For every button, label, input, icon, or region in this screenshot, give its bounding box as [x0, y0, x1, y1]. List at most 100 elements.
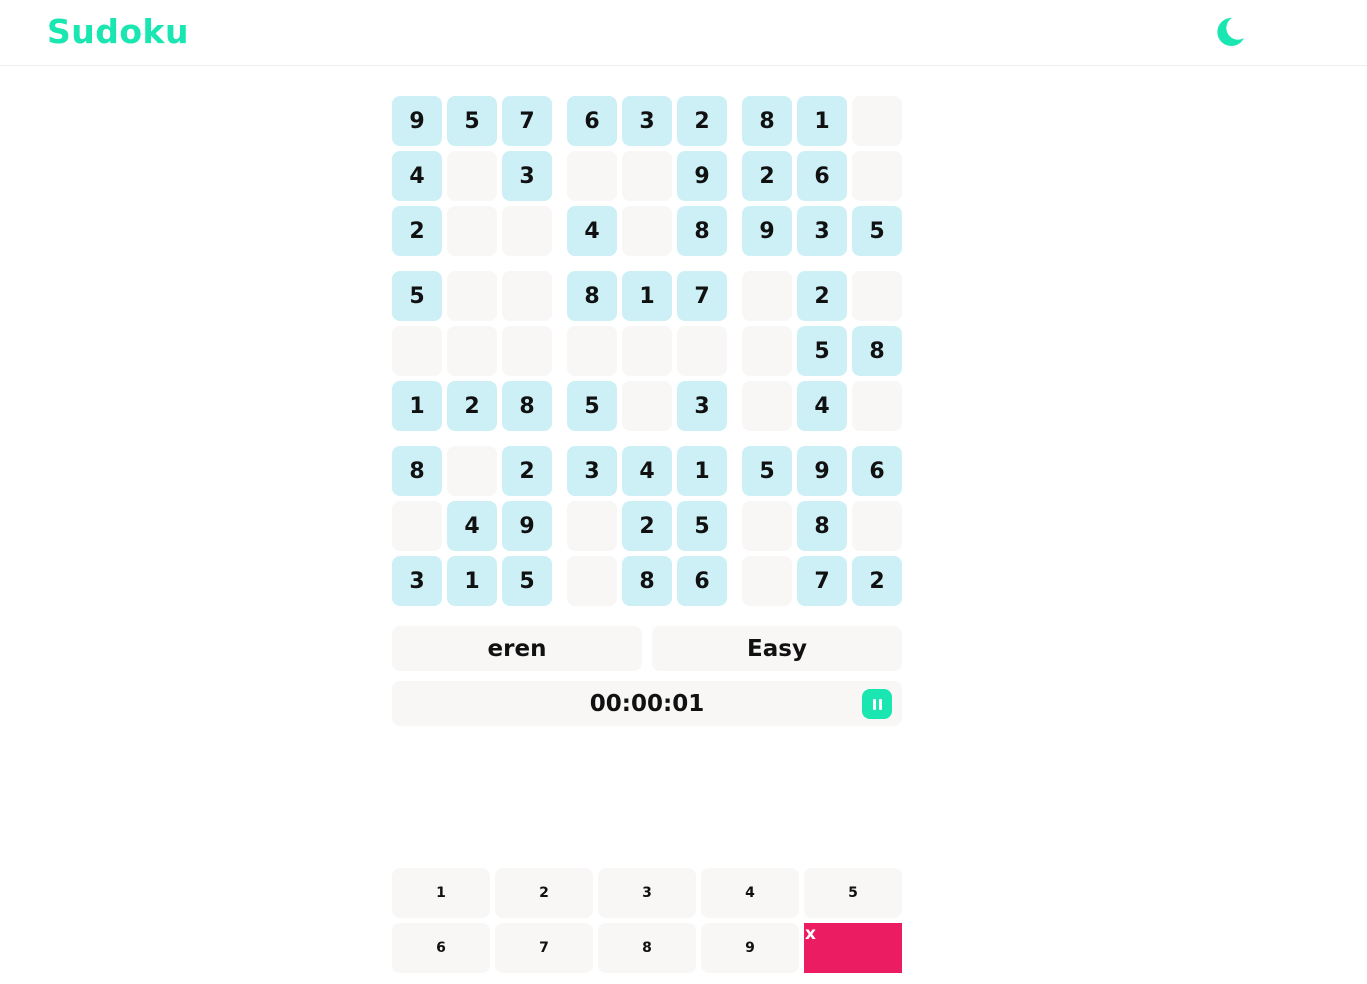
sudoku-cell[interactable] [852, 271, 902, 321]
numpad-key[interactable]: 6 [392, 923, 490, 973]
sudoku-cell[interactable]: 9 [742, 206, 792, 256]
erase-button[interactable]: x [804, 923, 902, 973]
sudoku-cell[interactable] [502, 206, 552, 256]
sudoku-cell[interactable]: 2 [392, 206, 442, 256]
moon-icon[interactable] [1212, 14, 1248, 50]
sudoku-cell[interactable]: 3 [567, 446, 617, 496]
sudoku-cell[interactable]: 8 [852, 326, 902, 376]
sudoku-cell[interactable]: 8 [502, 381, 552, 431]
close-icon: x [805, 924, 816, 944]
sudoku-cell[interactable] [447, 326, 497, 376]
sudoku-cell[interactable]: 7 [502, 96, 552, 146]
sudoku-cell[interactable]: 2 [797, 271, 847, 321]
sudoku-cell[interactable] [852, 501, 902, 551]
sudoku-cell[interactable]: 5 [742, 446, 792, 496]
sudoku-cell[interactable] [742, 326, 792, 376]
sudoku-cell[interactable] [502, 326, 552, 376]
numpad-key[interactable]: 9 [701, 923, 799, 973]
sudoku-cell[interactable] [622, 381, 672, 431]
sudoku-cell[interactable] [447, 151, 497, 201]
sudoku-cell[interactable] [742, 556, 792, 606]
sudoku-cell[interactable]: 9 [797, 446, 847, 496]
sudoku-cell[interactable]: 4 [622, 446, 672, 496]
sudoku-cell[interactable] [622, 206, 672, 256]
sudoku-cell[interactable]: 1 [677, 446, 727, 496]
sudoku-cell[interactable]: 3 [622, 96, 672, 146]
sudoku-cell[interactable]: 3 [502, 151, 552, 201]
sudoku-cell[interactable] [852, 96, 902, 146]
sudoku-cell[interactable]: 1 [447, 556, 497, 606]
timer-bar: 00:00:01 [392, 681, 902, 726]
sudoku-cell[interactable] [447, 206, 497, 256]
sudoku-cell[interactable] [567, 556, 617, 606]
sudoku-cell[interactable]: 8 [622, 556, 672, 606]
sudoku-cell[interactable]: 6 [677, 556, 727, 606]
sudoku-cell[interactable]: 6 [797, 151, 847, 201]
sudoku-board: 9576328143926248935581725812853482341596… [392, 96, 902, 606]
numpad-key[interactable]: 7 [495, 923, 593, 973]
sudoku-cell[interactable]: 5 [852, 206, 902, 256]
player-name: eren [392, 626, 642, 671]
sudoku-cell[interactable] [622, 151, 672, 201]
sudoku-cell[interactable]: 9 [392, 96, 442, 146]
sudoku-cell[interactable]: 8 [797, 501, 847, 551]
sudoku-cell[interactable] [567, 326, 617, 376]
sudoku-cell[interactable]: 9 [677, 151, 727, 201]
sudoku-cell[interactable]: 2 [677, 96, 727, 146]
sudoku-cell[interactable]: 5 [447, 96, 497, 146]
sudoku-cell[interactable]: 3 [677, 381, 727, 431]
numpad-key[interactable]: 5 [804, 868, 902, 918]
sudoku-cell[interactable] [502, 271, 552, 321]
sudoku-cell[interactable] [852, 151, 902, 201]
sudoku-cell[interactable]: 5 [677, 501, 727, 551]
sudoku-cell[interactable]: 4 [567, 206, 617, 256]
sudoku-cell[interactable] [742, 501, 792, 551]
sudoku-cell[interactable]: 4 [392, 151, 442, 201]
sudoku-cell[interactable]: 3 [392, 556, 442, 606]
sudoku-cell[interactable]: 8 [567, 271, 617, 321]
pause-icon [872, 698, 876, 710]
sudoku-cell[interactable]: 5 [567, 381, 617, 431]
sudoku-cell[interactable]: 4 [797, 381, 847, 431]
sudoku-cell[interactable]: 1 [622, 271, 672, 321]
difficulty-label[interactable]: Easy [652, 626, 902, 671]
sudoku-cell[interactable] [447, 446, 497, 496]
sudoku-cell[interactable] [852, 381, 902, 431]
sudoku-cell[interactable]: 1 [392, 381, 442, 431]
numpad-key[interactable]: 4 [701, 868, 799, 918]
sudoku-cell[interactable]: 9 [502, 501, 552, 551]
sudoku-cell[interactable] [622, 326, 672, 376]
sudoku-cell[interactable]: 7 [677, 271, 727, 321]
sudoku-cell[interactable] [447, 271, 497, 321]
numpad-key[interactable]: 1 [392, 868, 490, 918]
sudoku-cell[interactable] [742, 271, 792, 321]
sudoku-cell[interactable]: 7 [797, 556, 847, 606]
sudoku-cell[interactable]: 4 [447, 501, 497, 551]
sudoku-cell[interactable]: 5 [502, 556, 552, 606]
sudoku-cell[interactable] [742, 381, 792, 431]
sudoku-cell[interactable]: 3 [797, 206, 847, 256]
numpad-key[interactable]: 8 [598, 923, 696, 973]
app-logo[interactable]: Sudoku [47, 12, 189, 51]
sudoku-cell[interactable] [677, 326, 727, 376]
sudoku-cell[interactable] [392, 326, 442, 376]
sudoku-cell[interactable]: 5 [797, 326, 847, 376]
sudoku-cell[interactable]: 2 [742, 151, 792, 201]
numpad-key[interactable]: 2 [495, 868, 593, 918]
sudoku-cell[interactable] [392, 501, 442, 551]
sudoku-cell[interactable]: 2 [622, 501, 672, 551]
sudoku-cell[interactable] [567, 151, 617, 201]
sudoku-cell[interactable]: 2 [852, 556, 902, 606]
sudoku-cell[interactable]: 8 [742, 96, 792, 146]
sudoku-cell[interactable]: 2 [502, 446, 552, 496]
sudoku-cell[interactable]: 6 [567, 96, 617, 146]
sudoku-cell[interactable]: 8 [677, 206, 727, 256]
sudoku-cell[interactable]: 1 [797, 96, 847, 146]
pause-button[interactable] [862, 689, 892, 719]
sudoku-cell[interactable]: 5 [392, 271, 442, 321]
sudoku-cell[interactable]: 2 [447, 381, 497, 431]
numpad-key[interactable]: 3 [598, 868, 696, 918]
sudoku-cell[interactable]: 8 [392, 446, 442, 496]
sudoku-cell[interactable]: 6 [852, 446, 902, 496]
sudoku-cell[interactable] [567, 501, 617, 551]
